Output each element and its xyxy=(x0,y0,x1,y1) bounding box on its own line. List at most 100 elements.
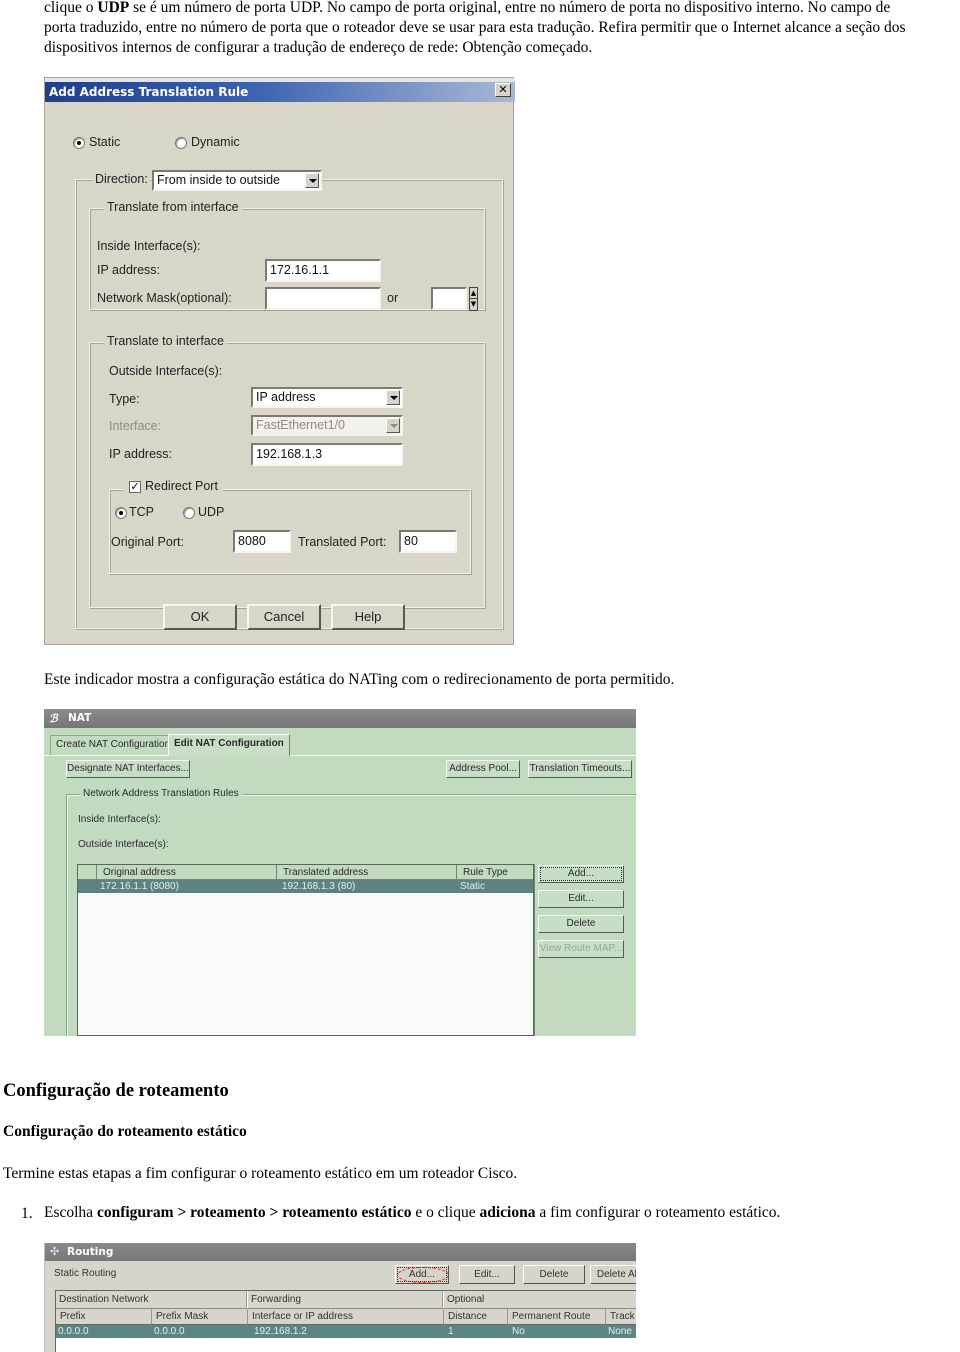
nat-panel: NAT ℬ Create NAT Configuration Edit NAT … xyxy=(44,709,636,1036)
table-cell: 1 xyxy=(448,1326,454,1337)
translate-to-group-title: Translate to interface xyxy=(104,334,227,348)
tab-baseline xyxy=(44,755,636,756)
table-side-divider xyxy=(534,864,535,1036)
routing-delete-button[interactable]: Delete xyxy=(523,1265,585,1284)
table-header[interactable]: Prefix xyxy=(56,1309,152,1325)
cancel-button[interactable]: Cancel xyxy=(247,604,321,630)
routing-logo-icon: ✣ xyxy=(50,1246,60,1258)
translation-timeouts-button[interactable]: Translation Timeouts... xyxy=(528,760,632,778)
direction-label: Direction: xyxy=(93,172,150,186)
redirect-port-label: Redirect Port xyxy=(145,479,218,493)
nat-caption: Este indicador mostra a configuração est… xyxy=(44,671,675,688)
section-heading: Configuração de roteamento xyxy=(3,1081,229,1101)
designate-nat-interfaces-button[interactable]: Designate NAT Interfaces... xyxy=(66,760,190,778)
nat-edit-button[interactable]: Edit... xyxy=(538,890,624,908)
static-routing-label: Static Routing xyxy=(54,1268,117,1279)
intro-line-2: porta traduzido, entre no número de port… xyxy=(44,19,906,36)
tab-create-nat-configuration[interactable]: Create NAT Configuration xyxy=(50,735,177,755)
table-cell: 192.168.1.2 xyxy=(254,1326,307,1337)
original-port-input[interactable]: 8080 xyxy=(233,530,291,553)
address-pool-button[interactable]: Address Pool... xyxy=(446,760,520,778)
nat-rules-group-title: Network Address Translation Rules xyxy=(80,788,242,799)
table-header-blank xyxy=(78,865,97,880)
routing-panel-title: Routing xyxy=(45,1243,636,1261)
inside-interfaces-label: Inside Interface(s): xyxy=(97,239,201,253)
spin-down-icon[interactable]: ▼ xyxy=(470,299,477,310)
intro-line-1: clique o UDP se é um número de porta UDP… xyxy=(44,0,891,16)
to-ip-address-label: IP address: xyxy=(109,447,173,461)
dynamic-radio[interactable] xyxy=(175,137,187,149)
network-mask-input[interactable] xyxy=(265,287,381,310)
spin-up-icon[interactable]: ▲ xyxy=(470,288,477,299)
udp-radio[interactable] xyxy=(183,507,195,519)
ok-button[interactable]: OK xyxy=(163,604,237,630)
interface-select: FastEthernet1/0 xyxy=(251,415,403,436)
intro-paragraph: clique o UDP se é um número de porta UDP… xyxy=(44,0,956,58)
static-radio[interactable] xyxy=(73,137,85,149)
highlight-circle xyxy=(397,1267,449,1283)
prefix-length-spinner[interactable]: ▲ ▼ xyxy=(469,287,478,311)
routing-delete-all-button[interactable]: Delete All xyxy=(590,1265,636,1284)
subsection-heading: Configuração do roteamento estático xyxy=(3,1123,247,1140)
nat-logo-icon: ℬ xyxy=(49,712,58,725)
steps-intro: Termine estas etapas a fim configurar o … xyxy=(3,1165,518,1182)
translated-port-label: Translated Port: xyxy=(298,535,387,549)
table-header[interactable]: Interface or IP address xyxy=(248,1309,444,1325)
group-header-optional: Optional xyxy=(444,1291,636,1309)
static-routes-table: Destination Network Forwarding Optional … xyxy=(55,1290,636,1352)
redirect-port-checkbox[interactable]: ✓ xyxy=(129,481,141,493)
translate-from-group-title: Translate from interface xyxy=(104,200,242,214)
view-route-map-button: View Route MAP... xyxy=(538,940,624,958)
to-ip-address-input[interactable]: 192.168.1.3 xyxy=(251,443,403,466)
table-row[interactable]: 0.0.0.0 0.0.0.0 192.168.1.2 1 No None xyxy=(56,1325,636,1338)
intro-line-3: dispositivos internos de configurar a tr… xyxy=(44,39,593,56)
prefix-length-input[interactable] xyxy=(431,287,467,310)
table-header[interactable]: Track I xyxy=(606,1309,636,1325)
table-cell: No xyxy=(512,1326,525,1337)
from-ip-address-input[interactable]: 172.16.1.1 xyxy=(265,259,381,282)
table-header[interactable]: Rule Type xyxy=(457,865,533,880)
dynamic-radio-label: Dynamic xyxy=(191,135,240,149)
table-cell: 0.0.0.0 xyxy=(154,1326,185,1337)
static-radio-label: Static xyxy=(89,135,121,149)
table-row[interactable]: 172.16.1.1 (8080) 192.168.1.3 (80) Stati… xyxy=(78,880,533,893)
translated-port-input[interactable]: 80 xyxy=(399,530,457,553)
chevron-down-icon xyxy=(386,418,400,433)
outside-interfaces-label: Outside Interface(s): xyxy=(109,364,223,378)
nat-panel-title: NAT xyxy=(44,709,636,728)
type-label: Type: xyxy=(109,392,140,406)
step-1-text: Escolha configuram > roteamento > roteam… xyxy=(44,1204,781,1221)
table-cell: Static xyxy=(460,881,486,892)
table-header[interactable]: Translated address xyxy=(277,865,457,880)
or-label: or xyxy=(387,291,399,305)
close-icon[interactable]: ✕ xyxy=(495,83,511,97)
nat-add-button[interactable]: Add... xyxy=(538,865,624,883)
tcp-radio-label: TCP xyxy=(129,505,154,519)
chevron-down-icon xyxy=(305,173,319,188)
original-port-label: Original Port: xyxy=(111,535,184,549)
table-header[interactable]: Prefix Mask xyxy=(152,1309,248,1325)
group-header-forwarding: Forwarding xyxy=(248,1291,444,1309)
group-header-destination: Destination Network xyxy=(56,1291,248,1309)
routing-edit-button[interactable]: Edit... xyxy=(459,1265,515,1284)
routing-panel: Routing ✣ Static Routing Add... Edit... … xyxy=(44,1243,636,1352)
nat-delete-button[interactable]: Delete xyxy=(538,915,624,933)
nat-inside-interfaces-label: Inside Interface(s): xyxy=(78,814,161,825)
table-header[interactable]: Original address xyxy=(97,865,277,880)
tcp-radio[interactable] xyxy=(115,507,127,519)
nat-rules-table: Original address Translated address Rule… xyxy=(77,864,534,1036)
direction-select[interactable]: From inside to outside xyxy=(152,170,322,191)
type-select[interactable]: IP address xyxy=(251,387,403,408)
table-header[interactable]: Distance xyxy=(444,1309,508,1325)
chevron-down-icon xyxy=(386,390,400,405)
nat-outside-interfaces-label: Outside Interface(s): xyxy=(78,839,169,850)
tab-edit-nat-configuration[interactable]: Edit NAT Configuration xyxy=(168,734,290,756)
network-mask-label: Network Mask(optional): xyxy=(97,291,232,305)
step-number: 1. xyxy=(21,1205,33,1222)
table-header[interactable]: Permanent Route xyxy=(508,1309,606,1325)
table-cell: 192.168.1.3 (80) xyxy=(282,881,356,892)
table-cell: None xyxy=(608,1326,632,1337)
interface-label: Interface: xyxy=(109,419,162,433)
udp-radio-label: UDP xyxy=(198,505,225,519)
help-button[interactable]: Help xyxy=(331,604,405,630)
